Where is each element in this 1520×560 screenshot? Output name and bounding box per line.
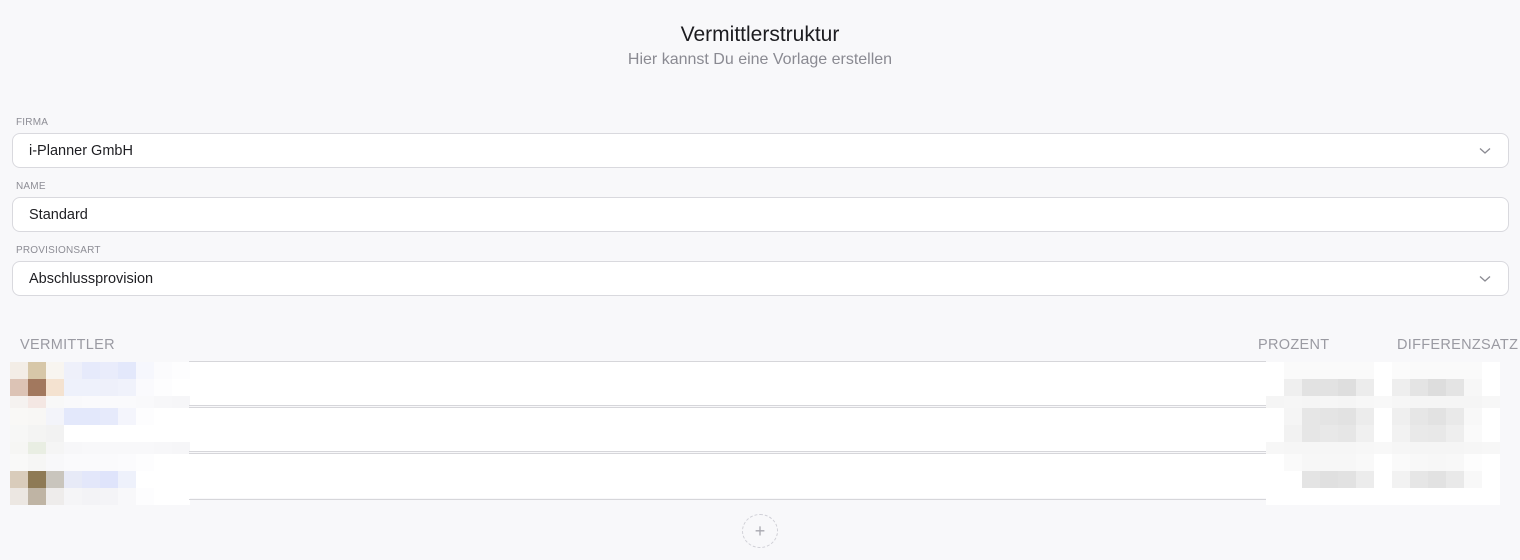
add-row-button[interactable]: + — [742, 514, 778, 548]
table-row[interactable] — [10, 454, 1500, 505]
column-header-vermittler: VERMITTLER — [20, 337, 115, 353]
avatar — [10, 454, 190, 505]
firma-value: i-Planner GmbH — [29, 142, 133, 159]
row-values — [1266, 454, 1500, 505]
avatar — [10, 362, 190, 413]
name-input[interactable]: Standard — [12, 197, 1509, 232]
chevron-down-icon — [1478, 272, 1492, 286]
name-value: Standard — [29, 206, 88, 223]
chevron-down-icon — [1478, 144, 1492, 158]
provisionsart-value: Abschlussprovision — [29, 270, 154, 287]
provisionsart-label: PROVISIONSART — [16, 245, 101, 256]
page-header: Vermittlerstruktur Hier kannst Du eine V… — [0, 22, 1520, 70]
name-label: NAME — [16, 181, 46, 192]
firma-select[interactable]: i-Planner GmbH — [12, 133, 1509, 168]
table-row[interactable] — [10, 408, 1500, 459]
firma-label: FIRMA — [16, 117, 49, 128]
avatar — [10, 408, 190, 459]
page-subtitle: Hier kannst Du eine Vorlage erstellen — [627, 51, 893, 68]
row-values — [1266, 362, 1500, 413]
row-values — [1266, 408, 1500, 459]
provisionsart-select[interactable]: Abschlussprovision — [12, 261, 1509, 296]
row-divider — [189, 361, 1266, 362]
column-header-differenzsatz: DIFFERENZSATZ — [1397, 337, 1519, 353]
page-title: Vermittlerstruktur — [680, 23, 840, 46]
row-divider — [189, 499, 1266, 500]
table-row[interactable] — [10, 361, 1500, 413]
plus-icon: + — [754, 520, 766, 541]
column-header-prozent: PROZENT — [1258, 337, 1330, 353]
